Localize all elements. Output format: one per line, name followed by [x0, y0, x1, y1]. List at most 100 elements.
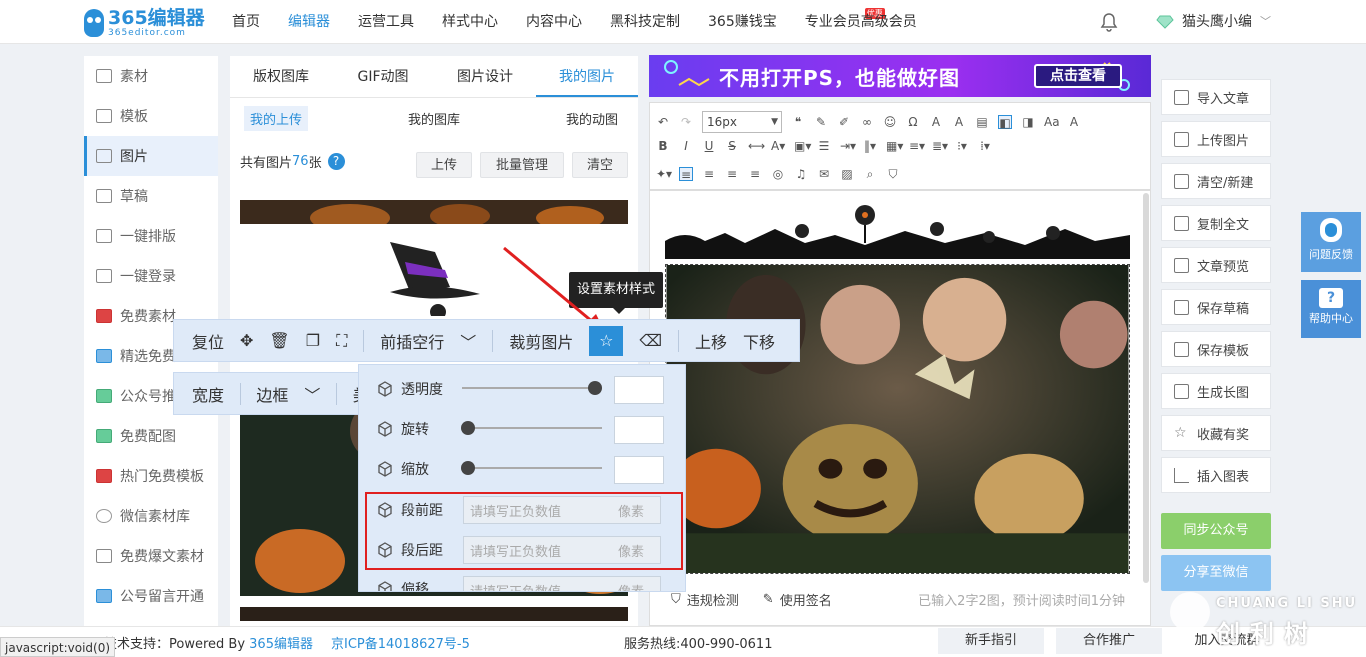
- thumbnail-pumpkins-top[interactable]: [240, 200, 628, 224]
- table-icon[interactable]: ▦▾: [886, 139, 903, 153]
- sidebar-item-template[interactable]: 模板: [84, 96, 218, 136]
- opacity-slider[interactable]: [462, 381, 602, 395]
- border-button[interactable]: 边框: [256, 382, 288, 406]
- sidebar-item-wechat-lib[interactable]: 微信素材库: [84, 496, 218, 536]
- long-image-button[interactable]: 生成长图: [1161, 373, 1271, 409]
- upload-image-button[interactable]: 上传图片: [1161, 121, 1271, 157]
- editor-scrollbar[interactable]: [1143, 193, 1149, 583]
- offset-input[interactable]: 请填写正负数值 像素: [463, 576, 661, 591]
- icp-link[interactable]: 京ICP备14018627号-5: [331, 637, 470, 652]
- move-icon[interactable]: ✥: [240, 331, 253, 350]
- check-link[interactable]: ⛉ 违规检测: [671, 590, 739, 609]
- align-icon[interactable]: ≡▾: [909, 139, 925, 153]
- align-right-icon[interactable]: ≡: [725, 167, 739, 181]
- link-icon[interactable]: ∞: [860, 115, 874, 129]
- omega-icon[interactable]: Ω: [906, 115, 920, 129]
- nav-content-center[interactable]: 内容中心: [526, 0, 582, 44]
- undo-icon[interactable]: ↶: [656, 115, 670, 129]
- line-height-icon[interactable]: ☰: [817, 139, 831, 153]
- emoji-icon[interactable]: ☺: [883, 115, 897, 129]
- width-button[interactable]: 宽度: [192, 382, 224, 406]
- underline-icon[interactable]: U: [702, 139, 716, 153]
- rotate-value-input[interactable]: [614, 416, 664, 444]
- nav-senior-member[interactable]: 高级会员: [861, 0, 917, 44]
- opacity-value-input[interactable]: [614, 376, 664, 404]
- video-icon[interactable]: ◎: [771, 167, 785, 181]
- text-color-icon[interactable]: A▾: [771, 139, 785, 153]
- move-up-button[interactable]: 上移: [695, 329, 727, 353]
- insert-chart-button[interactable]: 插入图表: [1161, 457, 1271, 493]
- nav-style-center[interactable]: 样式中心: [442, 0, 498, 44]
- nav-home[interactable]: 首页: [232, 0, 260, 44]
- chevron-down-icon[interactable]: ﹀: [460, 329, 476, 353]
- scale-value-input[interactable]: [614, 456, 664, 484]
- thumbnail-next[interactable]: [240, 607, 628, 621]
- rotate-slider[interactable]: [460, 421, 602, 435]
- signature-link[interactable]: ✎ 使用签名: [763, 590, 832, 609]
- case-icon[interactable]: Aa: [1044, 115, 1060, 129]
- float-right-icon[interactable]: ◨: [1021, 115, 1035, 129]
- nav-earn[interactable]: 365赚钱宝: [708, 0, 777, 44]
- help-icon[interactable]: ?: [327, 153, 345, 170]
- italic-icon[interactable]: I: [679, 139, 693, 153]
- clear-new-button[interactable]: 清空/新建: [1161, 163, 1271, 199]
- fullscreen-icon[interactable]: ⛶: [336, 331, 347, 351]
- insert-before-button[interactable]: 前插空行: [380, 329, 444, 353]
- hr-icon[interactable]: ⟷: [748, 139, 765, 153]
- delete-icon[interactable]: 🗑︎: [269, 331, 289, 350]
- shield-icon[interactable]: ⛉: [886, 167, 900, 181]
- sidebar-item-material[interactable]: 素材: [84, 56, 218, 96]
- tab-gif[interactable]: GIF动图: [332, 56, 434, 97]
- nav-editor[interactable]: 编辑器: [288, 0, 330, 44]
- indent-icon[interactable]: ⇥▾: [840, 139, 856, 153]
- sidebar-item-hot-templates[interactable]: 热门免费模板: [84, 456, 218, 496]
- tab-my-images[interactable]: 我的图片: [536, 56, 638, 97]
- clear-format-icon[interactable]: A: [1067, 115, 1081, 129]
- import-article-button[interactable]: 导入文章: [1161, 79, 1271, 115]
- save-draft-button[interactable]: 保存草稿: [1161, 289, 1271, 325]
- share-wechat-button[interactable]: 分享至微信: [1161, 555, 1271, 591]
- unordered-list-icon[interactable]: ⁞▾: [978, 139, 992, 153]
- style-settings-star-icon[interactable]: ☆: [589, 325, 624, 356]
- clear-button[interactable]: 清空: [572, 152, 628, 178]
- rotate-slider-knob[interactable]: [460, 421, 475, 435]
- scale-slider[interactable]: [460, 461, 602, 475]
- crop-button[interactable]: 裁剪图片: [509, 329, 573, 353]
- background-color-icon[interactable]: ▣▾: [794, 139, 811, 153]
- float-left-icon[interactable]: ◧: [998, 115, 1012, 130]
- format-brush-icon[interactable]: ✎: [814, 115, 828, 129]
- align-center-icon[interactable]: ≡: [702, 167, 716, 181]
- favorite-button[interactable]: ☆ 收藏有奖: [1161, 415, 1271, 451]
- copy-all-button[interactable]: 复制全文: [1161, 205, 1271, 241]
- tab-design[interactable]: 图片设计: [434, 56, 536, 97]
- nav-pro-member[interactable]: 专业会员 优惠: [805, 0, 885, 44]
- editor-photo-halloween-kids[interactable]: [665, 264, 1130, 574]
- chevron-down-icon[interactable]: ﹀: [304, 382, 320, 406]
- music-icon[interactable]: ♫: [794, 167, 808, 181]
- sync-wechat-button[interactable]: 同步公众号: [1161, 513, 1271, 549]
- ordered-list-icon[interactable]: ⁝▾: [955, 139, 969, 153]
- nav-custom[interactable]: 黑科技定制: [610, 0, 680, 44]
- scale-slider-knob[interactable]: [460, 461, 475, 475]
- sidebar-item-auto-layout[interactable]: 一键排版: [84, 216, 218, 256]
- opacity-slider-knob[interactable]: [588, 381, 602, 395]
- strikethrough-icon[interactable]: S: [725, 139, 739, 153]
- preview-button[interactable]: 文章预览: [1161, 247, 1271, 283]
- font-size-down-icon[interactable]: A: [952, 115, 966, 129]
- user-menu[interactable]: 猫头鹰小编 ﹀: [1156, 0, 1271, 44]
- sidebar-item-free-pics[interactable]: 免费配图: [84, 416, 218, 456]
- promo-banner[interactable]: 不用打开PS，也能做好图 点击查看: [649, 55, 1151, 97]
- editor-area[interactable]: [649, 190, 1151, 626]
- logo[interactable]: 365编辑器 365editor.com: [84, 6, 205, 40]
- find-replace-icon[interactable]: ⌕: [863, 167, 877, 181]
- insert-image-icon[interactable]: ▨: [840, 167, 854, 181]
- eraser-icon[interactable]: ⌫: [639, 331, 662, 350]
- font-color-icon[interactable]: A: [929, 115, 943, 129]
- help-float[interactable]: ? 帮助中心: [1301, 280, 1361, 338]
- guide-button[interactable]: 新手指引: [938, 628, 1044, 654]
- feedback-float[interactable]: 问题反馈: [1301, 212, 1361, 272]
- sidebar-item-draft[interactable]: 草稿: [84, 176, 218, 216]
- sidebar-item-viral[interactable]: 免费爆文素材: [84, 536, 218, 576]
- bold-icon[interactable]: B: [656, 139, 670, 153]
- redo-icon[interactable]: ↷: [679, 115, 693, 129]
